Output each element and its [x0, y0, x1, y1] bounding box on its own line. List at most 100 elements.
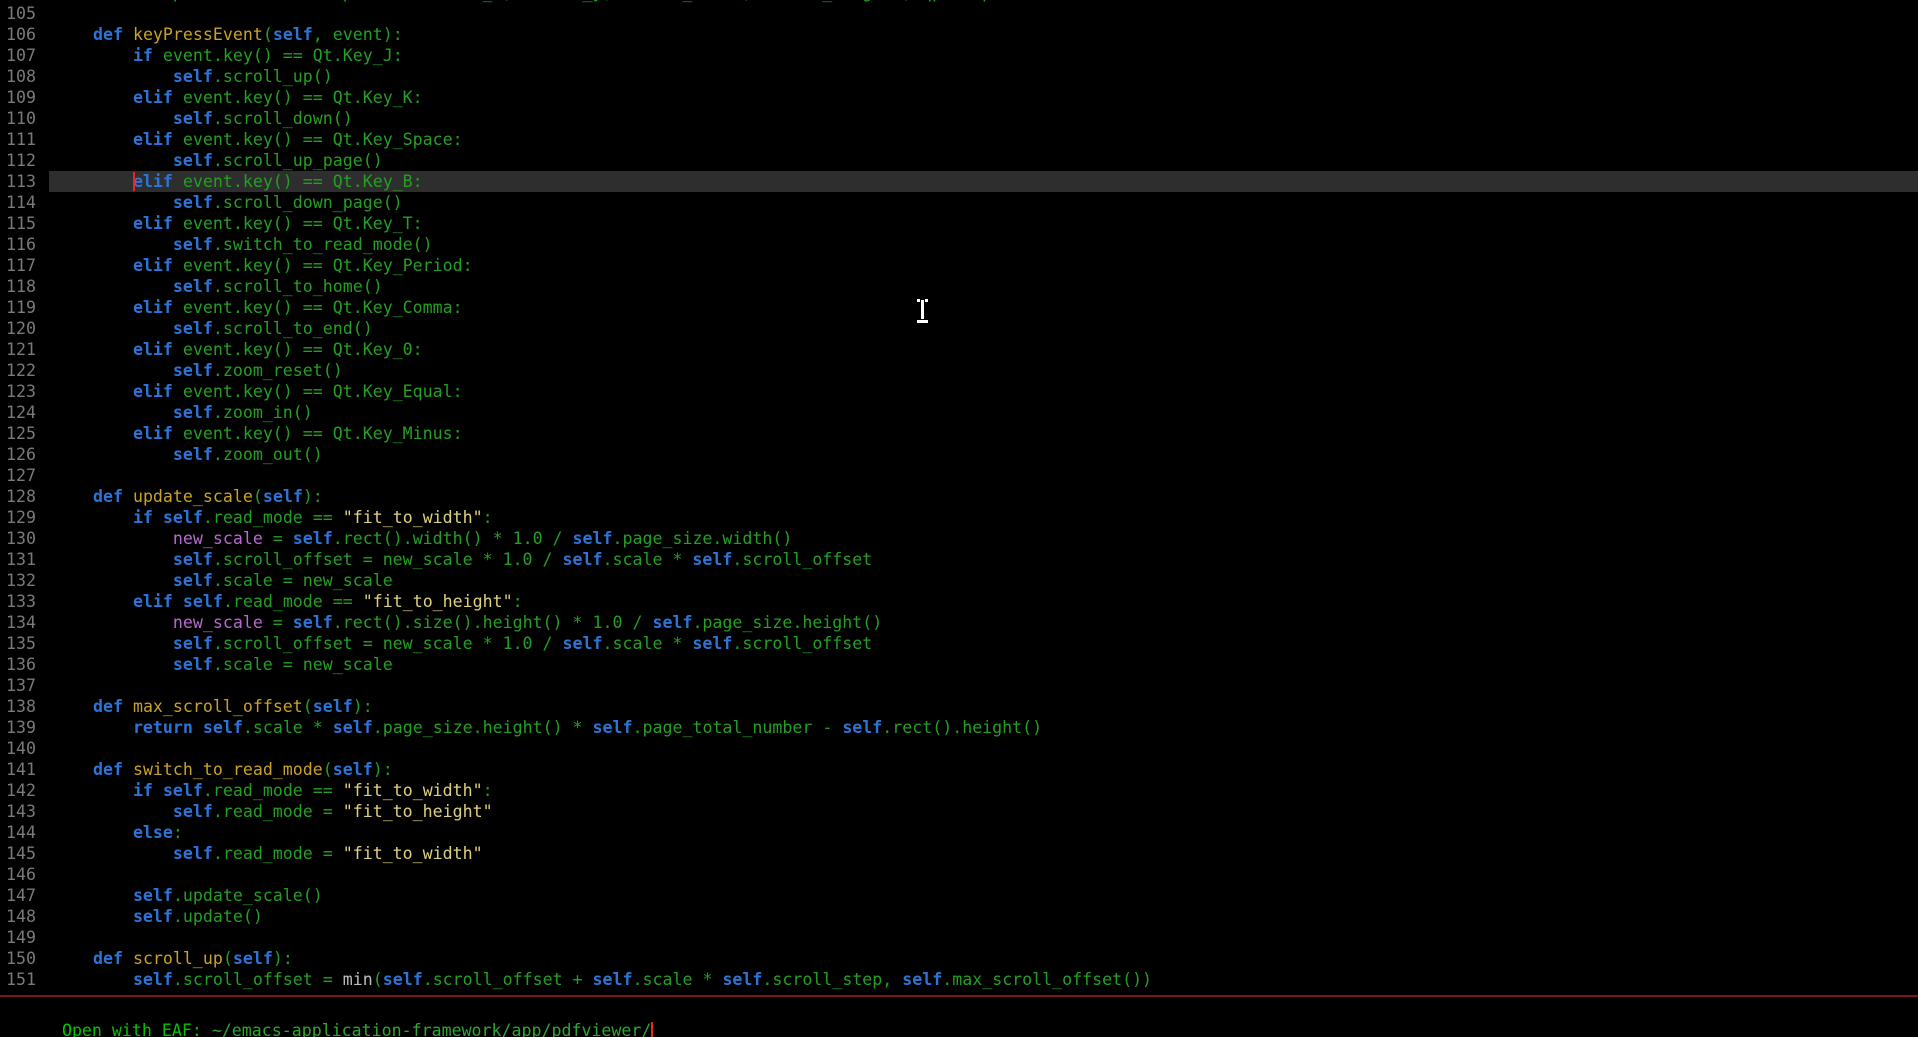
code-line[interactable]: 109 elif event.key() == Qt.Key_K:: [0, 87, 1918, 108]
code-line[interactable]: 125 elif event.key() == Qt.Key_Minus:: [0, 423, 1918, 444]
code-token: .update_scale(): [173, 886, 323, 905]
code-line[interactable]: 131 self.scroll_offset = new_scale * 1.0…: [0, 549, 1918, 570]
code-line[interactable]: 110 self.scroll_down(): [0, 108, 1918, 129]
code-token: self: [563, 634, 603, 653]
code-line[interactable]: 138 def max_scroll_offset(self):: [0, 696, 1918, 717]
code-token: (: [323, 760, 333, 779]
code-line[interactable]: 120 self.scroll_to_end(): [0, 318, 1918, 339]
code-line[interactable]: 141 def switch_to_read_mode(self):: [0, 759, 1918, 780]
code-token: def: [93, 697, 123, 716]
code-token: .scroll_up_page(): [213, 151, 383, 170]
code-line[interactable]: 136 self.scale = new_scale: [0, 654, 1918, 675]
code-token: [53, 193, 173, 212]
code-line[interactable]: 123 elif event.key() == Qt.Key_Equal:: [0, 381, 1918, 402]
code-line[interactable]: 121 elif event.key() == Qt.Key_0:: [0, 339, 1918, 360]
code-token: .scale = new_scale: [213, 571, 393, 590]
code-line[interactable]: 145 self.read_mode = "fit_to_width": [0, 843, 1918, 864]
code-token: [53, 529, 173, 548]
code-token: max_scroll_offset: [133, 697, 303, 716]
line-number: 124: [0, 402, 49, 423]
code-token: =: [263, 529, 293, 548]
code-token: self: [173, 571, 213, 590]
code-token: self: [563, 550, 603, 569]
code-line[interactable]: 146: [0, 864, 1918, 885]
code-token: [53, 508, 133, 527]
code-token: [53, 46, 133, 65]
code-line[interactable]: 119 elif event.key() == Qt.Key_Comma:: [0, 297, 1918, 318]
code-line[interactable]: 106 def keyPressEvent(self, event):: [0, 24, 1918, 45]
code-text: if event.key() == Qt.Key_J:: [49, 45, 1918, 66]
code-line[interactable]: 111 elif event.key() == Qt.Key_Space:: [0, 129, 1918, 150]
code-line[interactable]: 118 self.scroll_to_home(): [0, 276, 1918, 297]
line-number: 127: [0, 465, 49, 486]
code-line[interactable]: 108 self.scroll_up(): [0, 66, 1918, 87]
code-token: self: [203, 718, 243, 737]
minibuffer-line[interactable]: Open with EAF: ~/emacs-application-frame…: [2, 999, 1918, 1020]
code-token: [53, 760, 93, 779]
code-text: self.scroll_to_home(): [49, 276, 1918, 297]
code-line[interactable]: 151 self.scroll_offset = min(self.scroll…: [0, 969, 1918, 990]
code-line[interactable]: 142 if self.read_mode == "fit_to_width":: [0, 780, 1918, 801]
code-line[interactable]: 124 self.zoom_in(): [0, 402, 1918, 423]
code-line[interactable]: 150 def scroll_up(self):: [0, 948, 1918, 969]
code-line[interactable]: 143 self.read_mode = "fit_to_height": [0, 801, 1918, 822]
window-divider[interactable]: [0, 995, 1918, 997]
code-text: [49, 927, 1918, 948]
code-token: .zoom_out(): [213, 445, 323, 464]
code-line[interactable]: 130 new_scale = self.rect().width() * 1.…: [0, 528, 1918, 549]
code-line[interactable]: 140: [0, 738, 1918, 759]
code-token: keyPressEvent: [133, 25, 263, 44]
code-line[interactable]: 127: [0, 465, 1918, 486]
code-token: (: [223, 949, 233, 968]
code-line[interactable]: 132 self.scale = new_scale: [0, 570, 1918, 591]
code-token: event.key() == Qt.Key_Space:: [173, 130, 463, 149]
code-token: [123, 760, 133, 779]
code-token: self: [173, 445, 213, 464]
line-number: 149: [0, 927, 49, 948]
minibuffer-input[interactable]: ~/emacs-application-framework/app/pdfvie…: [212, 1021, 652, 1037]
code-token: self: [133, 886, 173, 905]
code-line[interactable]: 126 self.zoom_out(): [0, 444, 1918, 465]
code-token: self: [173, 67, 213, 86]
code-text: self.read_mode = "fit_to_height": [49, 801, 1918, 822]
editor-buffer[interactable]: 104 painter.drawPixmap(QRect(render_x, r…: [0, 0, 1918, 995]
code-line[interactable]: 116 self.switch_to_read_mode(): [0, 234, 1918, 255]
code-token: self: [173, 802, 213, 821]
code-line[interactable]: 133 elif self.read_mode == "fit_to_heigh…: [0, 591, 1918, 612]
code-line[interactable]: 135 self.scroll_offset = new_scale * 1.0…: [0, 633, 1918, 654]
line-number: 108: [0, 66, 49, 87]
code-token: self: [902, 970, 942, 989]
line-number: 120: [0, 318, 49, 339]
line-number: 140: [0, 738, 49, 759]
code-line[interactable]: 114 self.scroll_down_page(): [0, 192, 1918, 213]
code-line[interactable]: 128 def update_scale(self):: [0, 486, 1918, 507]
code-text: self.scroll_offset = new_scale * 1.0 / s…: [49, 549, 1918, 570]
minibuffer[interactable]: Open with EAF: ~/emacs-application-frame…: [2, 999, 1918, 1037]
code-text: self.scroll_down_page(): [49, 192, 1918, 213]
code-line[interactable]: 112 self.scroll_up_page(): [0, 150, 1918, 171]
code-line[interactable]: 122 self.zoom_reset(): [0, 360, 1918, 381]
code-line[interactable]: 147 self.update_scale(): [0, 885, 1918, 906]
code-token: .page_size.height(): [692, 613, 882, 632]
code-line[interactable]: 105: [0, 3, 1918, 24]
line-number: 142: [0, 780, 49, 801]
line-number: 141: [0, 759, 49, 780]
code-line[interactable]: 139 return self.scale * self.page_size.h…: [0, 717, 1918, 738]
code-line[interactable]: 144 else:: [0, 822, 1918, 843]
code-line[interactable]: 107 if event.key() == Qt.Key_J:: [0, 45, 1918, 66]
code-line[interactable]: 117 elif event.key() == Qt.Key_Period:: [0, 255, 1918, 276]
code-line[interactable]: 149: [0, 927, 1918, 948]
code-token: [53, 823, 133, 842]
code-text: def max_scroll_offset(self):: [49, 696, 1918, 717]
code-token: .zoom_reset(): [213, 361, 343, 380]
code-token: else: [133, 823, 173, 842]
code-line[interactable]: 113 elif event.key() == Qt.Key_B:: [0, 171, 1918, 192]
code-token: self: [173, 361, 213, 380]
code-line[interactable]: 137: [0, 675, 1918, 696]
code-token: [53, 172, 133, 191]
code-line[interactable]: 148 self.update(): [0, 906, 1918, 927]
code-token: .max_scroll_offset()): [942, 970, 1152, 989]
code-line[interactable]: 115 elif event.key() == Qt.Key_T:: [0, 213, 1918, 234]
code-line[interactable]: 129 if self.read_mode == "fit_to_width":: [0, 507, 1918, 528]
code-line[interactable]: 134 new_scale = self.rect().size().heigh…: [0, 612, 1918, 633]
